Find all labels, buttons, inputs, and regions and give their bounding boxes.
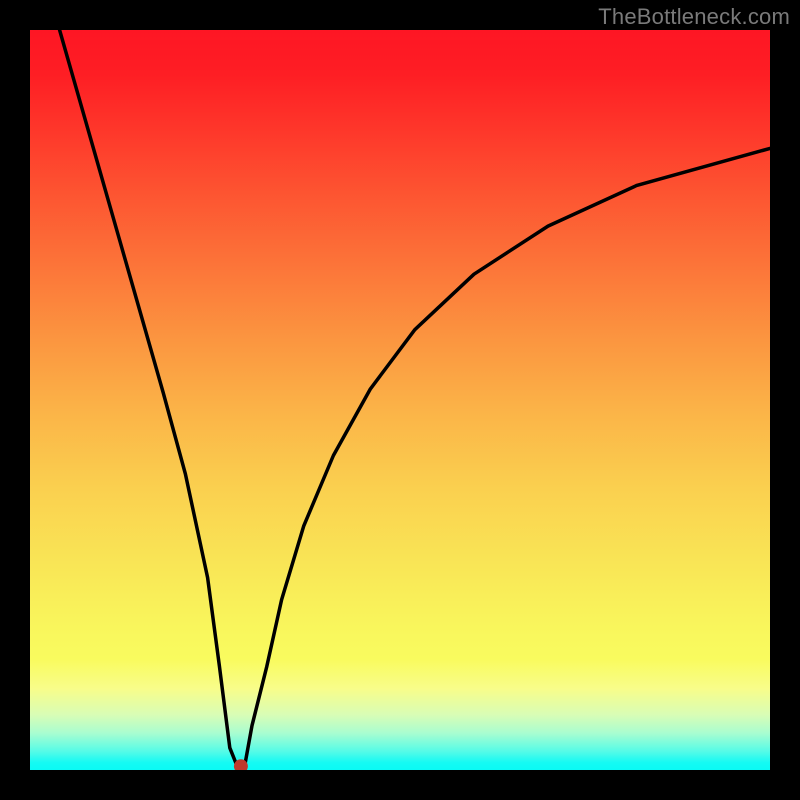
bottleneck-curve	[60, 30, 770, 766]
plot-area	[30, 30, 770, 770]
chart-frame: TheBottleneck.com	[0, 0, 800, 800]
watermark-text: TheBottleneck.com	[598, 4, 790, 30]
curve-layer	[30, 30, 770, 770]
